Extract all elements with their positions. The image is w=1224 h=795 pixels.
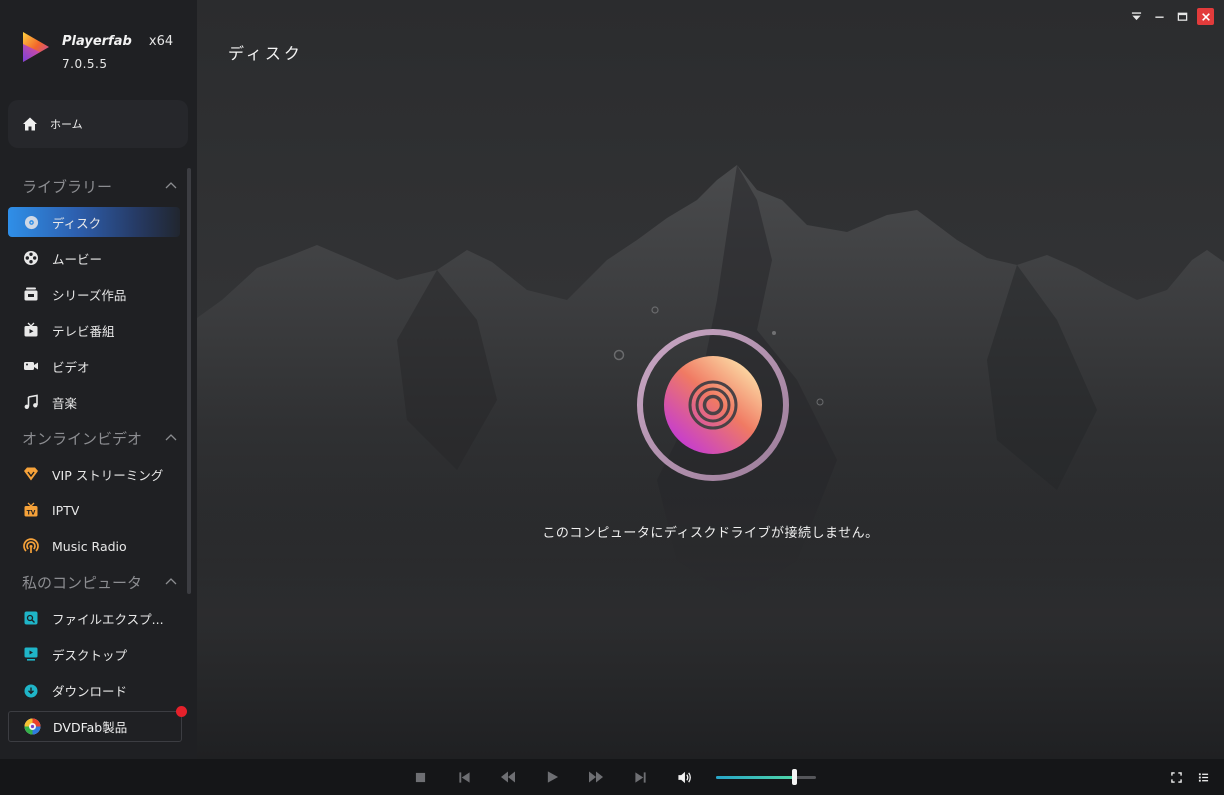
stop-icon (415, 772, 425, 782)
volume-slider-handle[interactable] (791, 769, 797, 785)
sidebar-item-iptv[interactable]: TV IPTV (0, 492, 197, 528)
play-button[interactable] (543, 768, 561, 786)
volume-slider[interactable] (716, 776, 816, 779)
close-icon (1201, 12, 1210, 21)
sidebar-item-disc[interactable]: ディスク (8, 207, 180, 237)
sidebar-scrollbar[interactable] (187, 168, 191, 594)
chevron-up-icon (165, 434, 177, 441)
volume-slider-fill (716, 776, 794, 779)
film-reel-icon (23, 250, 39, 266)
sidebar-item-series[interactable]: シリーズ作品 (0, 276, 197, 312)
iptv-icon: TV (23, 502, 39, 518)
fast-forward-button[interactable] (587, 768, 605, 786)
notification-dot (176, 706, 187, 717)
file-explorer-icon (23, 610, 39, 626)
fullscreen-icon (1170, 771, 1182, 783)
dvdfab-logo-icon (24, 718, 41, 735)
sidebar-item-music[interactable]: 音楽 (0, 384, 197, 420)
fullscreen-button[interactable] (1167, 768, 1185, 786)
sidebar-item-desktop[interactable]: デスクトップ (0, 636, 197, 672)
player-bar (0, 759, 1224, 795)
video-camera-icon (23, 358, 39, 374)
page-title: ディスク (228, 44, 303, 63)
sidebar-item-download[interactable]: ダウンロード (0, 672, 197, 708)
sidebar: Playerfab x64 7.0.5.5 ホーム ライブラリー ディスク ムー… (0, 0, 197, 759)
skip-next-icon (634, 771, 646, 783)
sidebar-item-vip-streaming[interactable]: VIP ストリーミング (0, 456, 197, 492)
disc-illustration-icon (637, 329, 789, 481)
dropdown-menu-button[interactable] (1128, 8, 1145, 25)
chevron-up-icon (165, 578, 177, 585)
playlist-icon (1198, 772, 1208, 782)
volume-icon (677, 771, 691, 783)
home-icon (23, 117, 37, 131)
sidebar-item-tv[interactable]: テレビ番組 (0, 312, 197, 348)
playerfab-logo-icon (23, 32, 49, 62)
vip-diamond-icon (23, 466, 39, 482)
close-button[interactable] (1197, 8, 1214, 25)
disc-icon (23, 214, 39, 230)
playlist-button[interactable] (1194, 768, 1212, 786)
brand: Playerfab x64 7.0.5.5 (20, 30, 173, 71)
window-controls (1128, 8, 1214, 25)
minimize-button[interactable] (1151, 8, 1168, 25)
next-button[interactable] (631, 768, 649, 786)
series-icon (23, 286, 39, 302)
rewind-button[interactable] (499, 768, 517, 786)
app-version: 7.0.5.5 (62, 57, 108, 71)
play-icon (547, 771, 558, 783)
sidebar-item-movie[interactable]: ムービー (0, 240, 197, 276)
previous-button[interactable] (455, 768, 473, 786)
app-arch: x64 (148, 34, 174, 49)
sidebar-item-home[interactable]: ホーム (8, 100, 188, 148)
desktop-icon (23, 646, 39, 662)
no-disc-drive-message: このコンピュータにディスクドライブが接続しません。 (542, 526, 879, 541)
sidebar-nav: ライブラリー ディスク ムービー シリーズ作品 テレビ番組 ビデオ 音楽 オンラ… (0, 168, 197, 708)
svg-text:TV: TV (27, 509, 36, 516)
sidebar-item-label: ホーム (50, 118, 83, 131)
mute-button[interactable] (675, 768, 693, 786)
menu-dropdown-icon (1131, 12, 1142, 21)
radio-icon (23, 538, 39, 554)
tv-icon (23, 322, 39, 338)
download-icon (23, 682, 39, 698)
main-panel: ディスク このコンピュータにディスクドライブが接続しません。 (197, 0, 1224, 759)
section-my-computer[interactable]: 私のコンピュータ (0, 564, 197, 600)
maximize-icon (1177, 12, 1188, 21)
sidebar-item-music-radio[interactable]: Music Radio (0, 528, 197, 564)
maximize-button[interactable] (1174, 8, 1191, 25)
section-library[interactable]: ライブラリー (0, 168, 197, 204)
rewind-icon (501, 771, 515, 783)
minimize-icon (1155, 16, 1164, 18)
chevron-up-icon (165, 182, 177, 189)
app-name: Playerfab (62, 34, 132, 49)
sidebar-item-file-explorer[interactable]: ファイルエクスプ... (0, 600, 197, 636)
stop-button[interactable] (411, 768, 429, 786)
section-online-video[interactable]: オンラインビデオ (0, 420, 197, 456)
dvdfab-products-button[interactable]: DVDFab製品 (8, 711, 182, 742)
dvdfab-products-label: DVDFab製品 (53, 720, 128, 735)
skip-previous-icon (458, 771, 470, 783)
sidebar-item-video[interactable]: ビデオ (0, 348, 197, 384)
music-note-icon (23, 394, 39, 410)
fast-forward-icon (589, 771, 603, 783)
